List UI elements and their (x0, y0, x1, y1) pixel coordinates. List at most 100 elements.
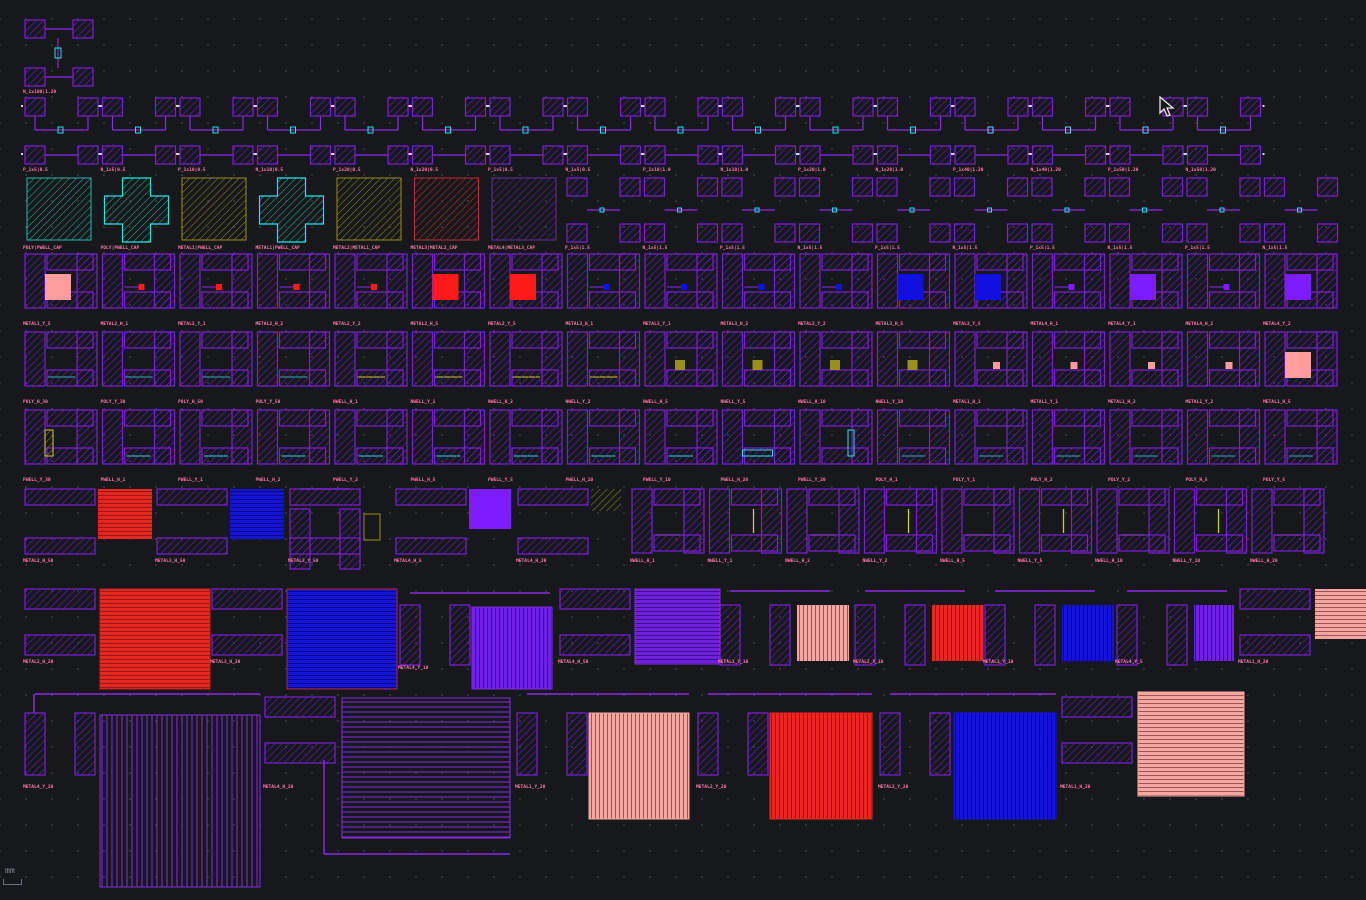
bond-pad[interactable] (1173, 488, 1196, 554)
bond-pad[interactable] (1053, 409, 1102, 427)
bond-pad[interactable] (954, 409, 976, 465)
bond-pad[interactable] (1006, 223, 1029, 243)
bond-pad[interactable] (72, 67, 94, 87)
resistor-body[interactable] (293, 284, 300, 290)
terminal-marker[interactable] (563, 153, 566, 155)
bond-pad[interactable] (1131, 369, 1179, 387)
resistor-body[interactable] (975, 274, 1001, 300)
bond-pad[interactable] (799, 145, 821, 165)
bond-pad[interactable] (433, 409, 482, 427)
bond-pad[interactable] (1208, 409, 1257, 427)
bond-pad[interactable] (1061, 696, 1133, 718)
bond-pad[interactable] (24, 488, 96, 506)
bond-pad[interactable] (278, 253, 327, 271)
bond-pad[interactable] (1131, 447, 1179, 465)
bond-pad[interactable] (1109, 97, 1131, 117)
bond-pad[interactable] (1053, 331, 1102, 349)
plate-capacitor[interactable] (491, 177, 557, 241)
bond-pad[interactable] (786, 488, 808, 554)
terminal-marker[interactable] (951, 153, 953, 155)
bond-pad[interactable] (511, 331, 559, 349)
bond-pad[interactable] (1108, 177, 1131, 197)
bond-pad[interactable] (356, 331, 404, 349)
bond-pad[interactable] (309, 97, 332, 117)
bond-pad[interactable] (1239, 588, 1311, 610)
bond-pad[interactable] (963, 488, 1011, 506)
bond-pad[interactable] (24, 97, 46, 117)
bond-pad[interactable] (774, 97, 797, 117)
bond-pad[interactable] (852, 97, 874, 117)
bond-pad[interactable] (201, 253, 249, 271)
bond-pad[interactable] (101, 253, 124, 309)
bond-pad[interactable] (588, 409, 637, 427)
resistor-body[interactable] (907, 360, 918, 370)
terminal-marker[interactable] (1028, 105, 1031, 107)
serpentine-resistor[interactable] (341, 697, 511, 839)
bond-pad[interactable] (264, 742, 336, 764)
bond-pad[interactable] (743, 291, 792, 309)
resistor-body[interactable] (1070, 362, 1078, 369)
resistor-body[interactable] (603, 284, 610, 290)
bond-pad[interactable] (179, 331, 201, 387)
bond-pad[interactable] (708, 488, 731, 554)
terminal-marker[interactable] (1106, 153, 1108, 155)
bond-pad[interactable] (743, 331, 792, 349)
bond-pad[interactable] (1131, 253, 1179, 271)
bond-pad[interactable] (256, 331, 279, 387)
bond-pad[interactable] (123, 447, 172, 465)
bond-pad[interactable] (743, 369, 792, 387)
bond-pad[interactable] (697, 97, 719, 117)
bond-pad[interactable] (211, 634, 283, 656)
bond-pad[interactable] (898, 331, 947, 349)
terminal-marker[interactable] (408, 153, 411, 155)
bond-pad[interactable] (954, 331, 976, 387)
bond-pad[interactable] (46, 369, 94, 387)
bond-pad[interactable] (876, 409, 899, 465)
terminal-marker[interactable] (718, 153, 721, 155)
resistor-body[interactable] (1285, 352, 1311, 378)
serpentine-resistor[interactable] (99, 714, 261, 888)
resistor-body[interactable] (797, 605, 849, 661)
bond-pad[interactable] (644, 331, 666, 387)
bond-pad[interactable] (976, 369, 1024, 387)
bond-pad[interactable] (588, 291, 637, 309)
bond-pad[interactable] (433, 253, 482, 271)
bond-pad[interactable] (201, 409, 249, 427)
bond-pad[interactable] (1084, 145, 1107, 165)
serpentine-resistor[interactable] (769, 712, 873, 820)
bond-pad[interactable] (77, 145, 99, 165)
bond-pad[interactable] (1239, 634, 1311, 656)
bond-pad[interactable] (211, 588, 283, 610)
bond-pad[interactable] (201, 369, 249, 387)
bond-pad[interactable] (46, 447, 94, 465)
bond-pad[interactable] (1264, 409, 1286, 465)
bond-pad[interactable] (954, 145, 976, 165)
terminal-marker[interactable] (1183, 105, 1186, 107)
bond-pad[interactable] (1031, 253, 1054, 309)
bond-pad[interactable] (1109, 409, 1131, 465)
bond-pad[interactable] (566, 409, 589, 465)
bond-pad[interactable] (123, 253, 172, 271)
bond-pad[interactable] (721, 331, 744, 387)
bond-pad[interactable] (953, 223, 976, 243)
bond-pad[interactable] (1208, 253, 1257, 271)
bond-pad[interactable] (643, 223, 666, 243)
bond-pad[interactable] (387, 145, 409, 165)
resistor-body[interactable] (230, 489, 284, 539)
bond-pad[interactable] (1053, 291, 1102, 309)
bond-pad[interactable] (489, 253, 511, 309)
terminal-marker[interactable] (253, 105, 256, 107)
bond-pad[interactable] (566, 712, 588, 776)
bond-pad[interactable] (851, 177, 874, 197)
bond-pad[interactable] (334, 409, 356, 465)
terminal-marker[interactable] (98, 105, 101, 107)
bond-pad[interactable] (721, 223, 743, 243)
bond-pad[interactable] (1161, 177, 1184, 197)
bond-pad[interactable] (1166, 604, 1188, 666)
bond-pad[interactable] (256, 97, 279, 117)
bond-pad[interactable] (201, 331, 249, 349)
terminal-marker[interactable] (563, 105, 566, 107)
bond-pad[interactable] (489, 331, 511, 387)
resistor-body[interactable] (469, 489, 511, 529)
bond-pad[interactable] (984, 604, 1006, 666)
